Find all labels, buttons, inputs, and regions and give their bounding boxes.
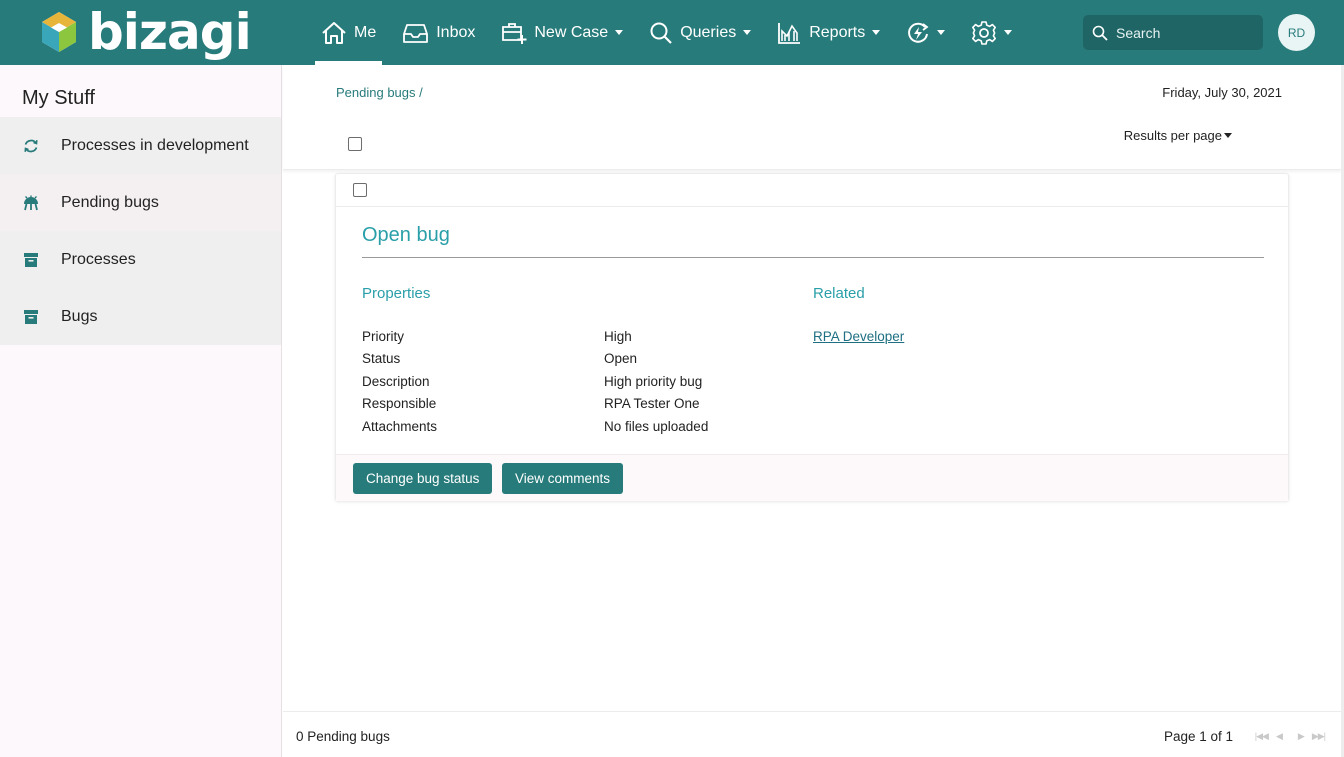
- card-header: [336, 174, 1288, 207]
- sidebar-item-pending-bugs[interactable]: Pending bugs: [0, 174, 281, 231]
- select-all-checkbox[interactable]: [348, 137, 362, 151]
- bug-card: Open bug Properties Related Priority Hig…: [335, 173, 1289, 501]
- chevron-down-icon: [743, 30, 752, 35]
- card-title: Open bug: [362, 224, 450, 246]
- nav-reports[interactable]: Reports: [771, 0, 886, 65]
- sidebar-item-label: Processes: [61, 250, 136, 268]
- pagination-footer: 0 Pending bugs Page 1 of 1 |◀◀ ◀ ▶ ▶▶|: [283, 711, 1341, 757]
- property-label-status: Status: [362, 351, 401, 366]
- sidebar-item-processes[interactable]: Processes: [0, 231, 281, 288]
- nav-queries[interactable]: Queries: [643, 0, 757, 65]
- prev-page-icon[interactable]: ◀: [1276, 731, 1283, 742]
- next-page-icon[interactable]: ▶: [1298, 731, 1305, 742]
- nav-settings[interactable]: [965, 0, 1018, 65]
- chevron-down-icon: [1224, 133, 1232, 138]
- nav-activity[interactable]: [900, 0, 951, 65]
- first-page-icon[interactable]: |◀◀: [1255, 731, 1269, 742]
- property-label-responsible: Responsible: [362, 396, 437, 411]
- nav-new-case[interactable]: New Case: [495, 0, 629, 65]
- property-value-priority: High: [604, 329, 632, 344]
- view-comments-button[interactable]: View comments: [502, 463, 624, 494]
- breadcrumb[interactable]: Pending bugs /: [336, 85, 423, 100]
- avatar[interactable]: RD: [1278, 14, 1315, 51]
- nav-reports-label: Reports: [809, 23, 866, 41]
- archive-icon: [22, 252, 40, 268]
- sidebar: My Stuff Processes in development Pendin…: [0, 65, 282, 757]
- sidebar-item-label: Processes in development: [61, 136, 249, 154]
- divider: [362, 257, 1264, 258]
- search-icon: [650, 22, 672, 44]
- related-heading: Related: [813, 285, 865, 302]
- results-per-page-label: Results per page: [1123, 128, 1222, 143]
- property-label-description: Description: [362, 374, 430, 389]
- bizagi-logo-icon: [42, 12, 76, 52]
- nav-queries-label: Queries: [680, 23, 737, 41]
- nav-me[interactable]: Me: [315, 0, 383, 65]
- brand-name: bizagi: [88, 3, 252, 61]
- card-actions: Change bug status View comments: [336, 454, 1288, 501]
- property-value-responsible: RPA Tester One: [604, 396, 700, 411]
- archive-icon: [22, 309, 40, 325]
- nav-new-case-label: New Case: [534, 23, 609, 41]
- pager-controls: |◀◀ ◀ ▶ ▶▶|: [1247, 731, 1326, 742]
- property-value-description: High priority bug: [604, 374, 703, 389]
- nav-me-label: Me: [354, 23, 377, 41]
- sidebar-title: My Stuff: [22, 87, 95, 109]
- refresh-icon: [22, 138, 40, 154]
- sidebar-item-bugs[interactable]: Bugs: [0, 288, 281, 345]
- top-bar: bizagi Me Inbox New Case Queries Reports: [0, 0, 1344, 65]
- chart-icon: [778, 22, 801, 44]
- gear-icon: [972, 20, 997, 45]
- bizagi-logo[interactable]: bizagi: [40, 3, 252, 61]
- sidebar-item-processes-in-development[interactable]: Processes in development: [0, 117, 281, 174]
- chevron-down-icon: [1004, 30, 1013, 35]
- search-input[interactable]: Search: [1083, 15, 1263, 50]
- related-rpa-developer-link[interactable]: RPA Developer: [813, 329, 904, 344]
- search-placeholder: Search: [1116, 24, 1161, 41]
- sidebar-item-label: Pending bugs: [61, 193, 159, 211]
- main-nav: Me Inbox New Case Queries Reports: [315, 0, 1032, 65]
- change-bug-status-button[interactable]: Change bug status: [353, 463, 493, 494]
- last-page-icon[interactable]: ▶▶|: [1312, 731, 1326, 742]
- activity-icon: [908, 22, 929, 43]
- property-label-priority: Priority: [362, 329, 405, 344]
- property-label-attachments: Attachments: [362, 419, 438, 434]
- bug-icon: [22, 195, 40, 211]
- search-icon: [1092, 25, 1108, 41]
- current-date: Friday, July 30, 2021: [1162, 85, 1282, 100]
- content-header: Pending bugs / Friday, July 30, 2021 Res…: [283, 65, 1341, 170]
- chevron-down-icon: [615, 30, 624, 35]
- card-select-checkbox[interactable]: [353, 183, 367, 197]
- sidebar-list: Processes in development Pending bugs Pr…: [0, 117, 281, 345]
- property-value-attachments: No files uploaded: [604, 419, 709, 434]
- property-value-status: Open: [604, 351, 638, 366]
- pending-bugs-count: 0 Pending bugs: [296, 729, 390, 744]
- home-icon: [322, 21, 346, 44]
- results-per-page-dropdown[interactable]: Results per page: [1124, 128, 1232, 143]
- inbox-icon: [403, 23, 429, 43]
- nav-inbox-label: Inbox: [436, 23, 476, 41]
- chevron-down-icon: [937, 30, 946, 35]
- new-case-icon: [502, 22, 527, 44]
- page-indicator: Page 1 of 1: [1163, 729, 1233, 744]
- sidebar-item-label: Bugs: [61, 307, 98, 325]
- nav-inbox[interactable]: Inbox: [396, 0, 481, 65]
- properties-heading: Properties: [362, 285, 431, 302]
- chevron-down-icon: [872, 30, 881, 35]
